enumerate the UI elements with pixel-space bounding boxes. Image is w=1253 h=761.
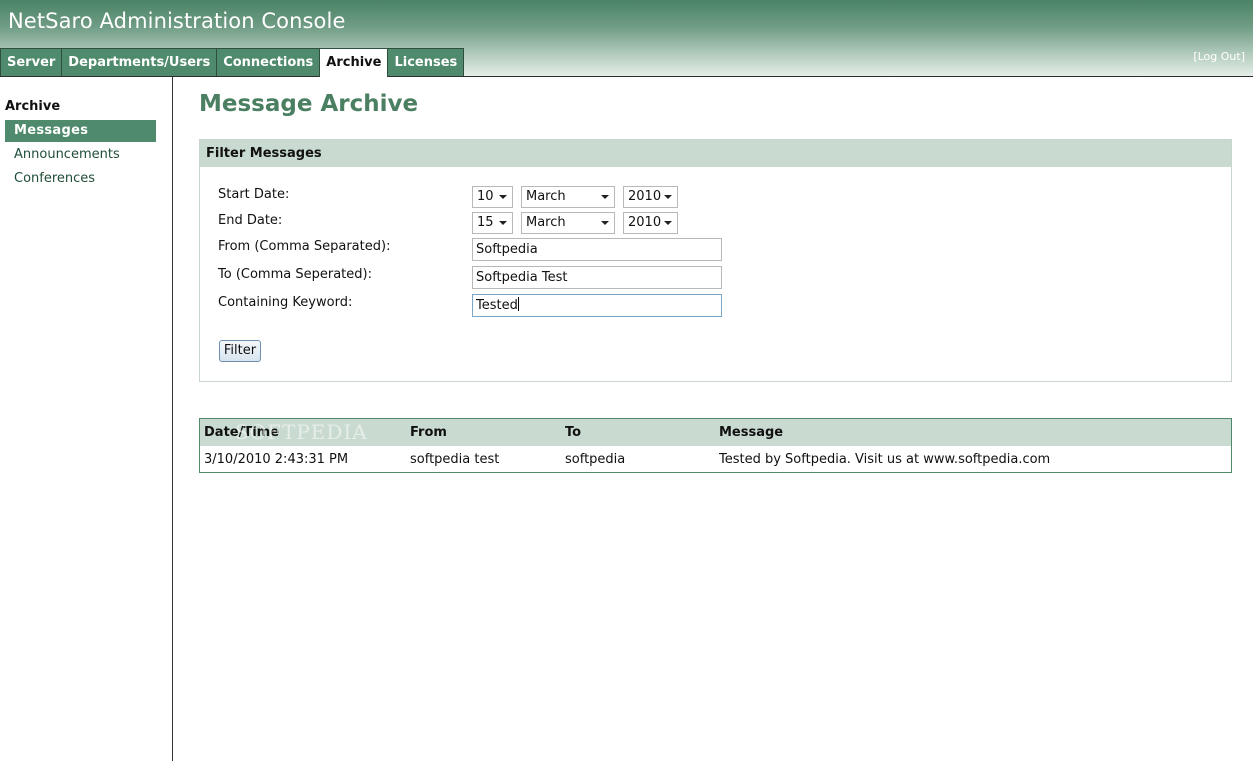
from-input[interactable]: Softpedia: [472, 238, 722, 261]
end-date-label: End Date:: [218, 213, 283, 228]
tab-server[interactable]: Server: [0, 48, 63, 76]
start-year-select[interactable]: 2010: [623, 186, 678, 208]
app-title: NetSaro Administration Console: [8, 9, 346, 33]
from-label: From (Comma Separated):: [218, 239, 391, 254]
end-day-value: 15: [477, 215, 494, 230]
start-day-select[interactable]: 10: [472, 186, 513, 208]
from-input-value: Softpedia: [476, 242, 538, 257]
sidebar-item-messages[interactable]: Messages: [5, 120, 156, 142]
column-header-from: From: [410, 425, 447, 440]
results-table: Date/Time From To Message 3/10/2010 2:43…: [199, 418, 1232, 473]
sidebar-title: Archive: [5, 99, 61, 114]
table-cell-from: softpedia test: [410, 452, 500, 467]
sidebar-item-announcements[interactable]: Announcements: [5, 144, 156, 166]
tab-archive[interactable]: Archive: [319, 48, 389, 77]
filter-panel-header: Filter Messages: [200, 140, 1231, 167]
to-input-value: Softpedia Test: [476, 270, 568, 285]
table-cell-message: Tested by Softpedia. Visit us at www.sof…: [719, 452, 1051, 467]
column-header-datetime: Date/Time: [204, 425, 280, 440]
logout-link[interactable]: [Log Out]: [1193, 50, 1245, 63]
keyword-label: Containing Keyword:: [218, 295, 353, 310]
chevron-down-icon: [601, 221, 609, 225]
end-month-value: March: [526, 215, 566, 230]
column-header-to: To: [565, 425, 582, 440]
start-month-value: March: [526, 189, 566, 204]
tab-departments-users[interactable]: Departments/Users: [61, 48, 218, 76]
page-title: Message Archive: [199, 91, 419, 117]
end-month-select[interactable]: March: [521, 212, 615, 234]
tab-licenses[interactable]: Licenses: [387, 48, 465, 76]
chevron-down-icon: [601, 195, 609, 199]
chevron-down-icon: [664, 195, 672, 199]
to-label: To (Comma Seperated):: [218, 267, 372, 282]
table-cell-datetime: 3/10/2010 2:43:31 PM: [204, 452, 349, 467]
column-header-message: Message: [719, 425, 784, 440]
chevron-down-icon: [664, 221, 672, 225]
keyword-input[interactable]: Tested: [472, 294, 722, 317]
results-header-row: Date/Time From To Message: [200, 419, 1231, 446]
table-cell-to: softpedia: [565, 452, 626, 467]
filter-panel: Filter Messages Start Date: 10 March 201…: [199, 139, 1232, 382]
end-day-select[interactable]: 15: [472, 212, 513, 234]
sidebar: Archive Messages Announcements Conferenc…: [0, 77, 173, 761]
start-year-value: 2010: [628, 189, 662, 204]
tab-connections[interactable]: Connections: [216, 48, 321, 76]
filter-button[interactable]: Filter: [219, 340, 261, 362]
app-header: NetSaro Administration Console Server De…: [0, 0, 1253, 77]
start-date-label: Start Date:: [218, 187, 290, 202]
chevron-down-icon: [499, 195, 507, 199]
end-year-select[interactable]: 2010: [623, 212, 678, 234]
sidebar-item-conferences[interactable]: Conferences: [5, 168, 156, 190]
text-cursor: [517, 297, 519, 311]
start-day-value: 10: [477, 189, 494, 204]
chevron-down-icon: [499, 221, 507, 225]
main-tabs: Server Departments/Users Connections Arc…: [0, 48, 465, 77]
keyword-input-value: Tested: [476, 298, 518, 313]
end-year-value: 2010: [628, 215, 662, 230]
start-month-select[interactable]: March: [521, 186, 615, 208]
to-input[interactable]: Softpedia Test: [472, 266, 722, 289]
